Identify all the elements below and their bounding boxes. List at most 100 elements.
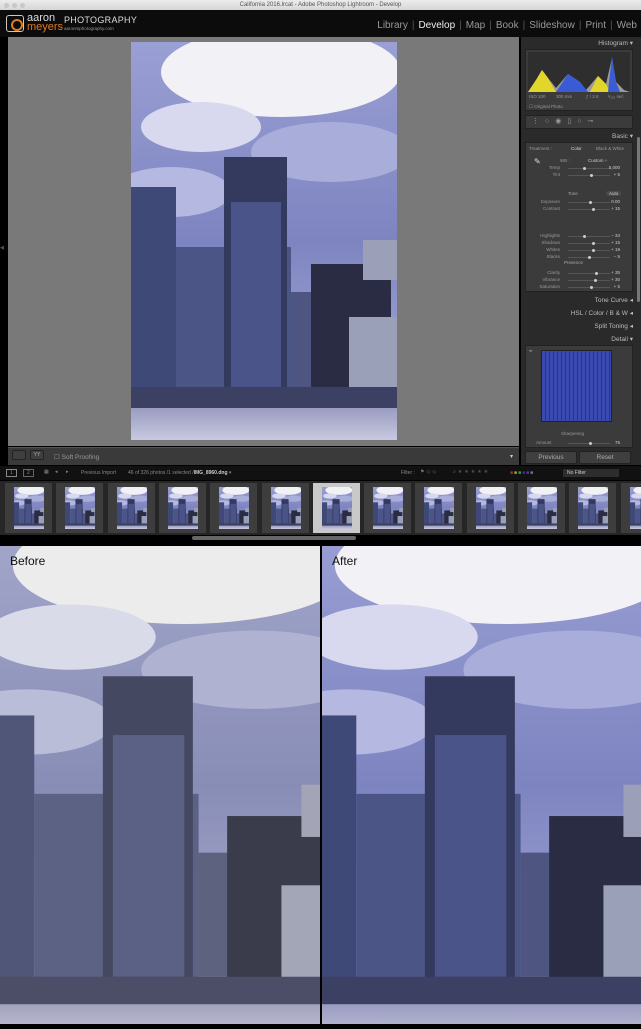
filmstrip-thumbnail[interactable]	[466, 483, 514, 533]
filmstrip-scrollbar[interactable]	[192, 536, 356, 540]
forward-arrow-icon[interactable]: ▸	[66, 469, 69, 475]
shadows-value[interactable]: + 15	[611, 240, 620, 245]
graduated-filter-icon[interactable]: ▯	[567, 118, 577, 125]
basic-panel: Treatment : Color Black & White ✎ WB : C…	[525, 142, 633, 292]
blacks-slider[interactable]	[568, 255, 610, 259]
treatment-bw[interactable]: Black & White	[596, 146, 624, 151]
exposure-slider[interactable]	[568, 200, 610, 204]
nav-separator: |	[411, 20, 415, 31]
clarity-slider[interactable]	[568, 271, 610, 275]
shadows-slider[interactable]	[568, 241, 610, 245]
filmstrip-thumbnail[interactable]	[518, 483, 565, 533]
close-window-button[interactable]	[4, 3, 9, 8]
panel-scrollbar[interactable]	[637, 137, 640, 302]
contrast-value[interactable]: + 15	[611, 206, 620, 211]
filmstrip-thumbnail[interactable]	[415, 483, 463, 533]
exposure-value[interactable]: 0.00	[611, 199, 620, 204]
minimize-window-button[interactable]	[12, 3, 17, 8]
main-photo[interactable]	[131, 42, 397, 440]
filmstrip-thumbnail[interactable]	[56, 483, 104, 533]
histogram-header[interactable]: Histogram ▾	[598, 39, 633, 47]
nav-book[interactable]: Book	[496, 20, 519, 31]
red-eye-icon[interactable]: ◉	[555, 118, 567, 125]
detail-preview[interactable]	[541, 350, 612, 422]
filmstrip	[0, 481, 641, 535]
temp-value[interactable]: 5,000	[609, 165, 620, 170]
auto-tone-button[interactable]: Auto	[606, 191, 622, 196]
highlights-value[interactable]: − 33	[611, 233, 620, 238]
soft-proofing-checkbox[interactable]: ☐ Soft Proofing	[54, 453, 99, 461]
treatment-color[interactable]: Color	[571, 146, 582, 151]
highlights-slider[interactable]	[568, 234, 610, 238]
previous-button[interactable]: Previous	[525, 451, 577, 464]
back-arrow-icon[interactable]: ◂	[55, 469, 58, 475]
module-picker: Library | Develop | Map | Book | Slideshow | Print…	[377, 20, 637, 31]
nav-web[interactable]: Web	[617, 20, 637, 31]
tool-strip: ⋮○◉▯○⊸	[525, 115, 633, 129]
whites-value[interactable]: + 19	[611, 247, 620, 252]
nav-slideshow[interactable]: Slideshow	[529, 20, 575, 31]
nav-library[interactable]: Library	[377, 20, 408, 31]
secondary-window-button[interactable]: 2	[23, 469, 34, 477]
split-toning-header[interactable]: Split Toning ◂	[594, 322, 633, 330]
hsl-header[interactable]: HSL / Color / B & W ◂	[571, 309, 633, 317]
filmstrip-thumbnail[interactable]	[569, 483, 617, 533]
filmstrip-thumbnail[interactable]	[620, 483, 641, 533]
before-photo	[0, 526, 350, 1029]
filmstrip-thumbnail[interactable]	[364, 483, 412, 533]
thumbnail-image	[14, 487, 44, 529]
blacks-value[interactable]: − 5	[614, 254, 620, 259]
nav-print[interactable]: Print	[585, 20, 606, 31]
logo-text: meyers	[27, 21, 64, 33]
basic-title: Basic	[612, 133, 628, 140]
histogram-title: Histogram	[598, 40, 628, 47]
main-window-button[interactable]: 1	[6, 469, 17, 477]
nav-separator: |	[578, 20, 582, 31]
filmstrip-thumbnail[interactable]	[210, 483, 258, 533]
detail-target-icon[interactable]: ⌖	[529, 349, 532, 356]
temp-slider[interactable]	[568, 166, 610, 170]
adjustment-brush-icon[interactable]: ⊸	[587, 118, 599, 125]
filmstrip-thumbnail[interactable]	[5, 483, 52, 533]
nav-map[interactable]: Map	[466, 20, 485, 31]
saturation-value[interactable]: + 5	[614, 284, 620, 289]
selected-filename[interactable]: IMG_8960.dng	[194, 470, 228, 476]
grid-view-icon[interactable]: ▦	[44, 469, 49, 475]
filmstrip-thumbnail[interactable]	[107, 483, 155, 533]
left-panel-toggle-icon[interactable]: ◀	[0, 245, 4, 251]
saturation-slider[interactable]	[568, 285, 610, 289]
flag-filter-icons[interactable]: ⚑◇◇	[420, 469, 438, 475]
spot-removal-icon[interactable]: ○	[545, 118, 555, 125]
tint-value[interactable]: + 5	[614, 172, 620, 177]
contrast-slider[interactable]	[568, 207, 610, 211]
tint-slider[interactable]	[568, 173, 610, 177]
reset-button[interactable]: Reset	[579, 451, 631, 464]
filmstrip-source[interactable]: Previous Import	[81, 470, 116, 476]
vibrance-value[interactable]: + 30	[611, 277, 620, 282]
rating-filter-stars[interactable]: ≥★★★★★	[453, 469, 490, 475]
thumbnail-image	[167, 487, 198, 529]
detail-header[interactable]: Detail ▾	[611, 335, 633, 343]
wb-dropdown[interactable]: Custom ÷	[588, 158, 607, 163]
vibrance-slider[interactable]	[568, 278, 610, 282]
filmstrip-thumbnail[interactable]	[312, 483, 360, 533]
filmstrip-thumbnail[interactable]	[261, 483, 309, 533]
crop-tool-icon[interactable]: ⋮	[532, 118, 545, 125]
filter-dropdown[interactable]: No Filter	[563, 469, 619, 477]
zoom-window-button[interactable]	[20, 3, 25, 8]
clarity-value[interactable]: + 35	[611, 270, 620, 275]
before-after-button[interactable]: YY	[30, 450, 44, 460]
whites-slider[interactable]	[568, 248, 610, 252]
radial-filter-icon[interactable]: ○	[577, 118, 587, 125]
original-photo-checkbox[interactable]: ☐ Original Photo	[529, 104, 563, 110]
basic-header[interactable]: Basic ▾	[612, 132, 633, 140]
toolbar-menu-icon[interactable]: ▾	[510, 453, 513, 460]
filter-value: No Filter	[567, 470, 586, 476]
nav-develop[interactable]: Develop	[418, 20, 455, 31]
tone-curve-header[interactable]: Tone Curve ◂	[595, 296, 633, 304]
wb-value: Custom	[588, 158, 604, 163]
color-label-filter[interactable]: ■■■■■■	[510, 470, 534, 476]
amount-slider[interactable]	[568, 441, 610, 445]
loupe-view-button[interactable]	[12, 450, 26, 460]
filmstrip-thumbnail[interactable]	[158, 483, 206, 533]
